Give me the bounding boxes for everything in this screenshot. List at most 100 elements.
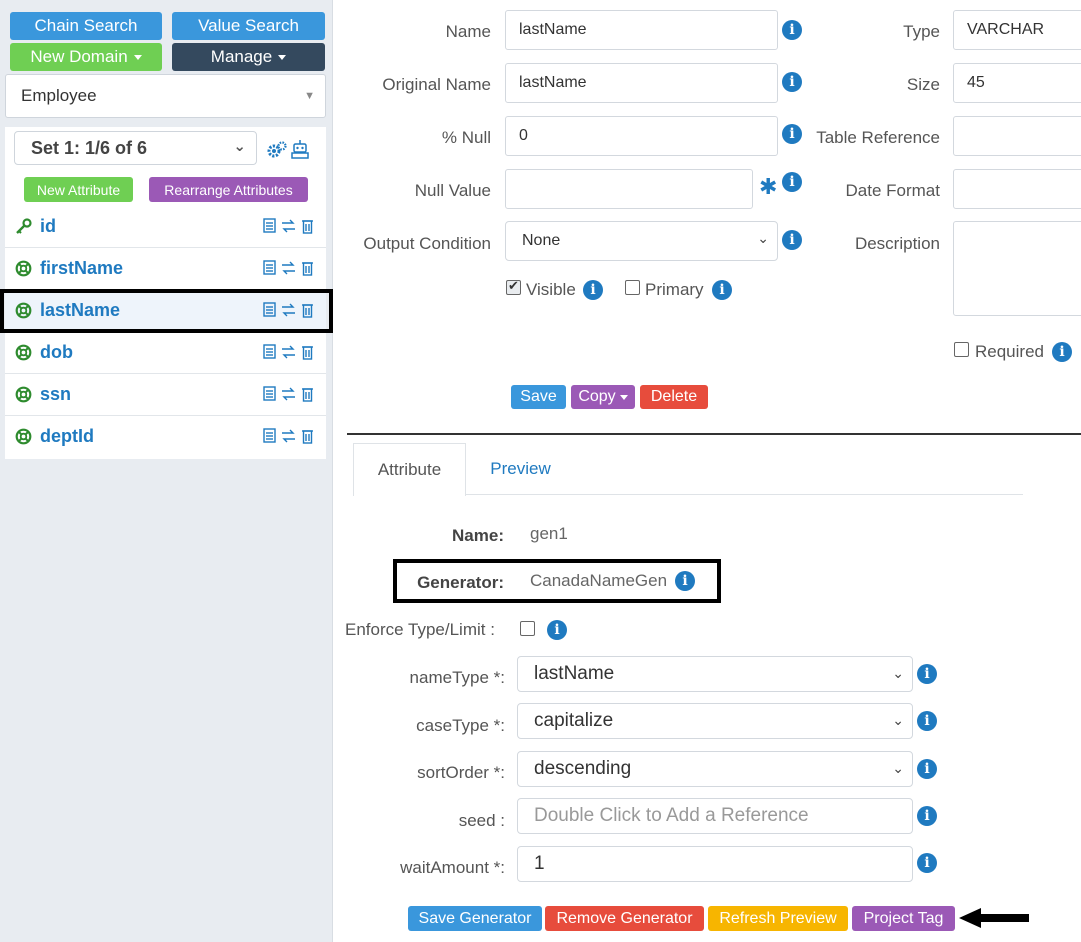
info-icon[interactable]: i bbox=[712, 280, 732, 300]
attribute-name[interactable]: ssn bbox=[40, 384, 71, 405]
info-icon[interactable]: i bbox=[917, 664, 937, 684]
trash-icon bbox=[302, 430, 313, 444]
attribute-actions bbox=[263, 428, 313, 444]
swap-icon bbox=[282, 387, 295, 401]
value-search-button[interactable]: Value Search bbox=[172, 12, 325, 40]
info-icon[interactable]: i bbox=[917, 806, 937, 826]
info-icon[interactable]: i bbox=[782, 124, 802, 144]
trash-icon bbox=[302, 388, 313, 402]
lifebuoy-icon bbox=[15, 428, 32, 445]
attribute-row-deptId[interactable]: deptId bbox=[5, 416, 326, 458]
attribute-actions bbox=[263, 344, 313, 360]
trash-icon bbox=[302, 262, 313, 276]
delete-button[interactable]: Delete bbox=[640, 385, 708, 409]
type-input[interactable]: VARCHAR bbox=[953, 10, 1081, 50]
swap-icon bbox=[282, 429, 295, 443]
info-icon[interactable]: i bbox=[547, 620, 567, 640]
attribute-actions bbox=[263, 386, 313, 402]
info-icon[interactable]: i bbox=[1052, 342, 1072, 362]
primary-label: Primary bbox=[645, 280, 704, 299]
gears-icon[interactable] bbox=[267, 141, 287, 159]
info-icon[interactable]: i bbox=[917, 853, 937, 873]
tab-preview[interactable]: Preview bbox=[468, 443, 573, 495]
description-textarea[interactable] bbox=[953, 221, 1081, 316]
manage-button[interactable]: Manage bbox=[172, 43, 325, 71]
swap-icon bbox=[282, 219, 295, 233]
robot-icon[interactable] bbox=[291, 139, 309, 159]
name-type-select[interactable]: lastName ⌄ bbox=[517, 656, 913, 692]
size-input[interactable]: 45 bbox=[953, 63, 1081, 103]
project-tag-button[interactable]: Project Tag bbox=[852, 906, 955, 931]
chevron-down-icon: ⌄ bbox=[757, 230, 769, 246]
info-icon[interactable]: i bbox=[782, 72, 802, 92]
dropdown-arrow-icon: ▼ bbox=[304, 90, 315, 102]
remove-generator-button[interactable]: Remove Generator bbox=[545, 906, 704, 931]
info-icon[interactable]: i bbox=[782, 20, 802, 40]
required-checkbox[interactable] bbox=[954, 342, 969, 357]
wait-amount-input[interactable]: 1 bbox=[517, 846, 913, 882]
attribute-name[interactable]: dob bbox=[40, 342, 73, 363]
pct-null-input[interactable]: 0 bbox=[505, 116, 778, 156]
original-name-input[interactable]: lastName bbox=[505, 63, 778, 103]
new-attribute-button[interactable]: New Attribute bbox=[24, 177, 133, 202]
attribute-row-ssn[interactable]: ssn bbox=[5, 374, 326, 416]
swap-icon bbox=[282, 345, 295, 359]
name-type-value: lastName bbox=[534, 663, 615, 684]
rearrange-attributes-button[interactable]: Rearrange Attributes bbox=[149, 177, 308, 202]
generator-name-label: Name: bbox=[452, 526, 504, 545]
copy-button[interactable]: Copy bbox=[571, 385, 635, 409]
refresh-preview-button[interactable]: Refresh Preview bbox=[708, 906, 848, 931]
null-value-input[interactable] bbox=[505, 169, 753, 209]
table-reference-input[interactable] bbox=[953, 116, 1081, 156]
null-value-label: Null Value bbox=[414, 181, 491, 200]
info-icon[interactable]: i bbox=[917, 759, 937, 779]
attribute-row-dob[interactable]: dob bbox=[5, 332, 326, 374]
info-icon[interactable]: i bbox=[782, 172, 802, 192]
attribute-row-id[interactable]: id bbox=[5, 206, 326, 248]
enforce-type-limit-checkbox[interactable] bbox=[520, 621, 535, 636]
trash-icon bbox=[302, 346, 313, 360]
domain-select-value: Employee bbox=[21, 86, 97, 105]
details-icon bbox=[263, 218, 276, 233]
attribute-name[interactable]: id bbox=[40, 216, 56, 237]
original-name-label: Original Name bbox=[382, 75, 491, 94]
type-label: Type bbox=[903, 22, 940, 41]
set-select-value: Set 1: 1/6 of 6 bbox=[31, 137, 148, 158]
tab-attribute[interactable]: Attribute bbox=[353, 443, 466, 496]
caret-down-icon bbox=[619, 394, 628, 400]
info-icon[interactable]: i bbox=[782, 230, 802, 250]
manage-label: Manage bbox=[210, 47, 273, 66]
save-button[interactable]: Save bbox=[511, 385, 566, 409]
new-domain-label: New Domain bbox=[30, 47, 128, 66]
output-condition-select[interactable]: None ⌄ bbox=[505, 221, 778, 261]
pct-null-label: % Null bbox=[441, 128, 491, 147]
sort-order-select[interactable]: descending ⌄ bbox=[517, 751, 913, 787]
attribute-name[interactable]: deptId bbox=[40, 426, 94, 447]
trash-icon bbox=[302, 220, 313, 234]
info-icon[interactable]: i bbox=[917, 711, 937, 731]
sort-order-label: sortOrder *: bbox=[417, 763, 505, 782]
visible-checkbox[interactable] bbox=[506, 278, 521, 295]
new-domain-button[interactable]: New Domain bbox=[10, 43, 162, 71]
date-format-input[interactable] bbox=[953, 169, 1081, 209]
seed-input[interactable]: Double Click to Add a Reference bbox=[517, 798, 913, 834]
table-reference-label: Table Reference bbox=[816, 128, 940, 147]
set-select[interactable]: Set 1: 1/6 of 6 ⌄ bbox=[14, 131, 257, 165]
attribute-name[interactable]: firstName bbox=[40, 258, 123, 279]
pointer-arrow-icon bbox=[959, 908, 1029, 928]
sort-order-value: descending bbox=[534, 758, 632, 779]
save-generator-button[interactable]: Save Generator bbox=[408, 906, 542, 931]
primary-checkbox[interactable] bbox=[625, 280, 640, 295]
case-type-select[interactable]: capitalize ⌄ bbox=[517, 703, 913, 739]
attribute-actions bbox=[263, 260, 313, 276]
attribute-row-firstName[interactable]: firstName bbox=[5, 248, 326, 290]
name-input[interactable]: lastName bbox=[505, 10, 778, 50]
details-icon bbox=[263, 260, 276, 275]
chevron-down-icon: ⌄ bbox=[233, 138, 246, 155]
lifebuoy-icon bbox=[15, 344, 32, 361]
info-icon[interactable]: i bbox=[583, 280, 603, 300]
seed-placeholder: Double Click to Add a Reference bbox=[534, 805, 809, 826]
chain-search-button[interactable]: Chain Search bbox=[10, 12, 162, 40]
domain-select[interactable]: Employee ▼ bbox=[5, 74, 326, 118]
description-label: Description bbox=[854, 234, 940, 253]
